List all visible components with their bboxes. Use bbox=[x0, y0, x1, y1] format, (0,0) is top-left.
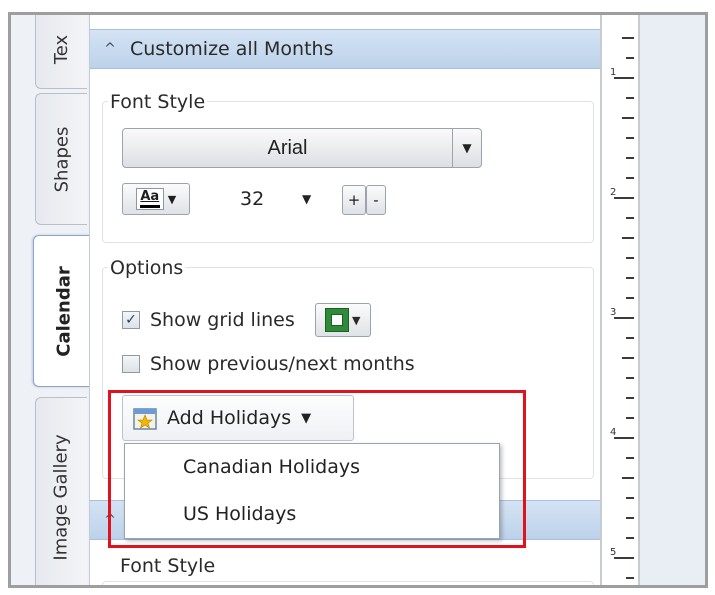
increase-font-button[interactable]: + bbox=[342, 185, 366, 215]
vertical-ruler: 1 2 3 4 5 bbox=[600, 15, 640, 585]
highlight-box bbox=[108, 390, 526, 548]
font-style-group bbox=[102, 101, 594, 243]
lower-font-style-label: Font Style bbox=[120, 555, 216, 577]
lower-font-style-group bbox=[102, 581, 594, 585]
tab-shapes[interactable]: Shapes bbox=[35, 93, 87, 225]
tab-shapes-label: Shapes bbox=[51, 126, 72, 192]
tab-image-gallery-label: Image Gallery bbox=[51, 433, 73, 561]
chevron-down-icon: ▼ bbox=[462, 141, 472, 155]
ruler-label-3: 3 bbox=[610, 307, 617, 318]
vertical-tab-strip: Tex Shapes Calendar Image Gallery bbox=[11, 15, 97, 585]
chevron-down-icon: ▼ bbox=[352, 313, 361, 327]
chevron-down-icon: ▼ bbox=[167, 192, 177, 206]
show-prev-next-checkbox[interactable] bbox=[122, 355, 140, 373]
font-size-dropdown[interactable]: 32 ▼ bbox=[230, 183, 330, 215]
ruler-label-4: 4 bbox=[610, 427, 617, 438]
tab-calendar-label: Calendar bbox=[54, 265, 75, 357]
show-grid-lines-label: Show grid lines bbox=[150, 309, 295, 331]
font-style-label: Font Style bbox=[108, 91, 208, 113]
grid-color-icon bbox=[325, 308, 350, 332]
font-family-dropdown[interactable]: Arial ▼ bbox=[122, 128, 482, 168]
tab-image-gallery[interactable]: Image Gallery bbox=[35, 397, 87, 585]
text-color-icon: Aa bbox=[135, 188, 164, 210]
show-prev-next-row[interactable]: Show previous/next months bbox=[122, 353, 415, 375]
canvas-area bbox=[640, 15, 705, 585]
font-family-value: Arial bbox=[123, 129, 453, 167]
text-color-button[interactable]: Aa ▼ bbox=[122, 183, 190, 215]
tab-text[interactable]: Tex bbox=[35, 15, 87, 89]
tab-text-label: Tex bbox=[50, 34, 72, 64]
ruler-label-5: 5 bbox=[610, 547, 617, 558]
tab-calendar[interactable]: Calendar bbox=[33, 235, 95, 387]
show-grid-lines-checkbox[interactable]: ✓ bbox=[122, 311, 140, 329]
font-size-value: 32 bbox=[240, 188, 265, 210]
ruler-label-2: 2 bbox=[610, 187, 617, 198]
customize-all-months-header[interactable]: ^ Customize all Months bbox=[90, 29, 600, 69]
minus-icon: - bbox=[373, 191, 379, 209]
grid-color-button[interactable]: ▼ bbox=[314, 303, 371, 337]
chevron-up-icon: ^ bbox=[104, 41, 116, 57]
plus-icon: + bbox=[347, 191, 361, 209]
section-title: Customize all Months bbox=[130, 38, 334, 60]
show-grid-lines-row[interactable]: ✓ Show grid lines ▼ bbox=[122, 303, 371, 337]
show-prev-next-label: Show previous/next months bbox=[150, 353, 415, 375]
decrease-font-button[interactable]: - bbox=[366, 185, 386, 215]
chevron-down-icon: ▼ bbox=[302, 192, 312, 206]
options-label: Options bbox=[108, 257, 186, 279]
ruler-label-1: 1 bbox=[610, 67, 617, 78]
